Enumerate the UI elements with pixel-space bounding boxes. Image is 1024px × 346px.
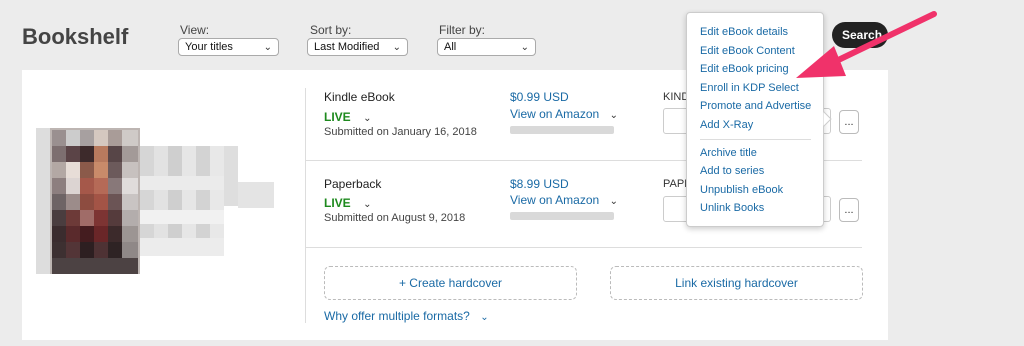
row-divider: [305, 247, 862, 248]
column-divider: [305, 88, 306, 323]
chevron-down-icon: ⌄: [520, 41, 529, 53]
sort-select[interactable]: Last Modified ⌄: [307, 38, 408, 56]
page-title: Bookshelf: [22, 24, 129, 49]
sort-label: Sort by:: [310, 23, 352, 37]
paperback-column-label: PAPERBACK: [663, 178, 687, 190]
menu-divider: [700, 138, 811, 140]
book-cover-thumbnail[interactable]: [36, 128, 276, 279]
view-select[interactable]: Your titles ⌄: [178, 38, 279, 56]
view-on-amazon-link[interactable]: View on Amazon ⌄: [510, 191, 618, 209]
menu-item-archive-title[interactable]: Archive title: [700, 144, 823, 163]
filter-value: All: [444, 41, 457, 53]
format-name: Paperback: [324, 177, 382, 191]
chevron-down-icon: ⌄: [263, 41, 272, 53]
filter-select[interactable]: All ⌄: [437, 38, 536, 56]
chevron-down-icon: ⌄: [609, 196, 619, 207]
status-badge: LIVE: [324, 110, 351, 124]
sort-value: Last Modified: [314, 41, 380, 53]
menu-item-add-xray[interactable]: Add X-Ray: [700, 116, 823, 135]
kindle-column-label: KINDLE: [663, 91, 687, 103]
submitted-date: Submitted on January 16, 2018: [324, 126, 477, 138]
status-dropdown[interactable]: LIVE ⌄: [324, 194, 372, 212]
status-badge: LIVE: [324, 196, 351, 210]
create-hardcover-button[interactable]: + Create hardcover: [324, 266, 577, 300]
format-name: Kindle eBook: [324, 90, 395, 104]
price: $8.99 USD: [510, 177, 569, 191]
view-on-amazon-label: View on Amazon: [510, 193, 600, 207]
view-on-amazon-link[interactable]: View on Amazon ⌄: [510, 105, 618, 123]
submitted-date: Submitted on August 9, 2018: [324, 212, 466, 224]
view-on-amazon-label: View on Amazon: [510, 107, 600, 121]
more-options-button[interactable]: ...: [839, 198, 859, 222]
chevron-down-icon: ⌄: [480, 312, 489, 323]
price: $0.99 USD: [510, 90, 569, 104]
menu-item-promote-advertise[interactable]: Promote and Advertise: [700, 97, 823, 116]
redacted-text: [510, 212, 614, 220]
annotation-arrow: [796, 11, 937, 78]
chevron-down-icon: ⌄: [363, 199, 372, 210]
status-dropdown[interactable]: LIVE ⌄: [324, 108, 372, 126]
filter-label: Filter by:: [439, 23, 486, 37]
menu-item-unpublish[interactable]: Unpublish eBook: [700, 181, 823, 200]
redacted-text: [510, 126, 614, 134]
chevron-down-icon: ⌄: [609, 110, 619, 121]
chevron-down-icon: ⌄: [363, 113, 372, 124]
view-value: Your titles: [185, 41, 233, 53]
menu-item-add-to-series[interactable]: Add to series: [700, 162, 823, 181]
link-hardcover-button[interactable]: Link existing hardcover: [610, 266, 863, 300]
why-formats-link[interactable]: Why offer multiple formats? ⌄: [324, 307, 489, 325]
view-label: View:: [180, 23, 210, 37]
menu-item-unlink-books[interactable]: Unlink Books: [700, 199, 823, 218]
menu-caret: [823, 111, 832, 127]
chevron-down-icon: ⌄: [392, 41, 401, 53]
more-options-button[interactable]: ...: [839, 110, 859, 134]
why-formats-label: Why offer multiple formats?: [324, 309, 470, 323]
